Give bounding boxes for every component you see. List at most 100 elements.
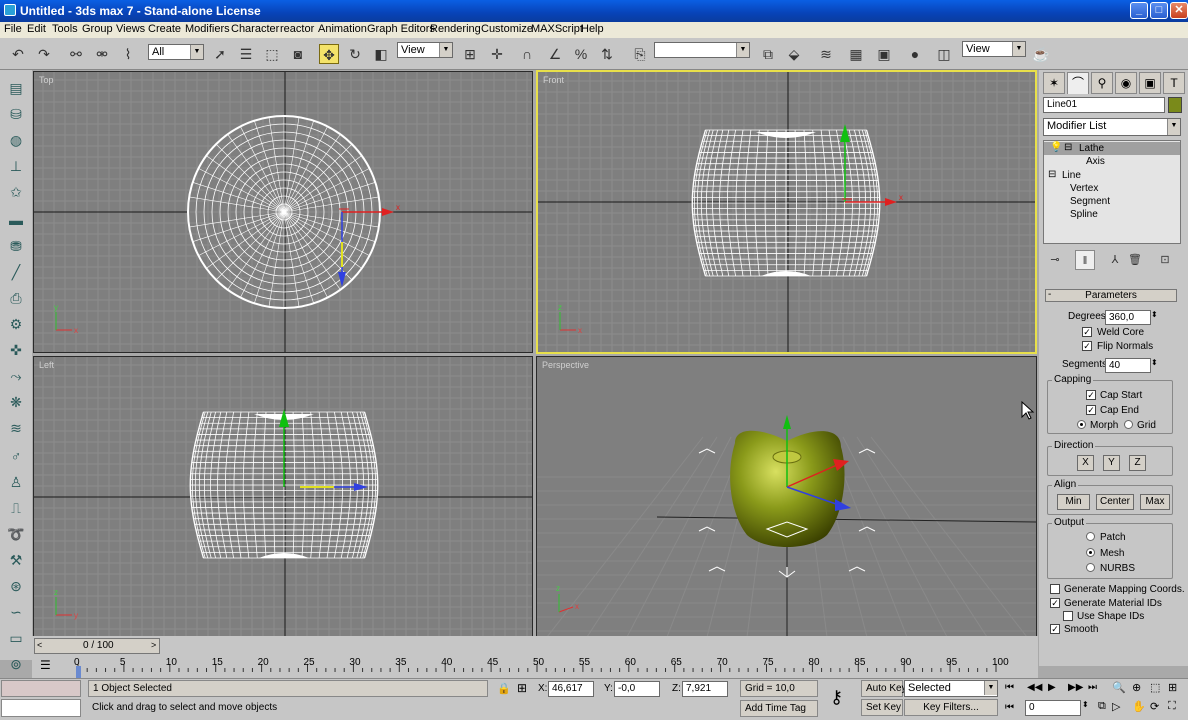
pan-icon[interactable]: ✋ xyxy=(1132,700,1146,713)
light-bulb-icon[interactable]: 💡 xyxy=(1050,142,1062,153)
set-key-button[interactable]: Set Key xyxy=(861,699,903,716)
viewport-perspective[interactable]: zx Perspective xyxy=(536,356,1037,638)
quick-render-icon[interactable]: ☕ xyxy=(1031,44,1051,64)
maximize-viewport-icon[interactable]: ⛶ xyxy=(1168,700,1176,713)
segments-input[interactable]: 40 xyxy=(1105,358,1151,373)
key-icon[interactable]: ⚷ xyxy=(830,687,843,708)
time-config-icon[interactable]: ⧉ xyxy=(1098,700,1106,713)
create-biped-icon[interactable]: ♂ xyxy=(6,446,26,466)
configure-sets-icon[interactable]: ⊡ xyxy=(1155,250,1175,270)
add-time-tag-button[interactable]: Add Time Tag xyxy=(740,700,818,717)
time-slider[interactable]: < 0 / 100 > xyxy=(34,638,160,654)
selection-filter-dropdown[interactable]: All ▼ xyxy=(148,44,204,60)
remove-modifier-icon[interactable]: 🗑 xyxy=(1125,250,1145,270)
y-coordinate-input[interactable]: -0,0 xyxy=(614,681,660,697)
undo-icon[interactable]: ↶ xyxy=(8,44,28,64)
stack-item-lathe[interactable]: Lathe xyxy=(1079,143,1104,154)
direction-x-button[interactable]: X xyxy=(1077,455,1094,471)
stack-item-line[interactable]: Line xyxy=(1062,170,1081,181)
field-of-view-icon[interactable]: ▷ xyxy=(1112,700,1120,713)
menu-help[interactable]: Help xyxy=(581,23,604,35)
time-marker[interactable] xyxy=(76,666,81,678)
minimize-button[interactable]: _ xyxy=(1130,2,1148,19)
create-line-icon[interactable]: ╱ xyxy=(6,262,26,282)
bind-space-warp-icon[interactable]: ⌇ xyxy=(118,44,138,64)
close-button[interactable]: ✕ xyxy=(1170,2,1188,19)
generate-mapping-checkbox[interactable] xyxy=(1050,584,1060,594)
stack-item-spline[interactable]: Spline xyxy=(1070,209,1098,220)
create-cloth-icon[interactable]: ▭ xyxy=(6,628,26,648)
layer-manager-icon[interactable]: ≋ xyxy=(816,44,836,64)
key-mode-dropdown[interactable]: Selected ▼ xyxy=(904,680,998,697)
mini-curve-editor-icon[interactable]: ☰ xyxy=(40,658,60,674)
menu-character[interactable]: Character xyxy=(231,23,279,35)
create-spring-icon[interactable]: ➰ xyxy=(6,524,26,544)
menu-customize[interactable]: Customize xyxy=(481,23,533,35)
viewport-left[interactable]: yz Left xyxy=(33,356,533,638)
use-shape-ids-checkbox[interactable] xyxy=(1063,611,1073,621)
grid-radio[interactable] xyxy=(1124,420,1133,429)
select-manipulate-icon[interactable]: ✛ xyxy=(487,44,507,64)
parameters-rollout[interactable]: Parameters xyxy=(1045,289,1177,302)
select-and-move-icon[interactable]: ✥ xyxy=(319,44,339,64)
menu-animation[interactable]: Animation xyxy=(318,23,367,35)
weld-core-checkbox[interactable]: ✓ xyxy=(1082,327,1092,337)
pin-stack-icon[interactable]: ⊸ xyxy=(1045,250,1065,270)
frame-spinner-icon[interactable]: ⬍ xyxy=(1082,700,1089,709)
goto-start-icon[interactable]: ⏮ xyxy=(1005,682,1014,693)
goto-end-icon[interactable]: ⏭ xyxy=(1088,682,1097,693)
degrees-spinner-icon[interactable]: ⬍ xyxy=(1151,310,1158,319)
menu-create[interactable]: Create xyxy=(148,23,181,35)
reference-coordinate-dropdown[interactable]: View ▼ xyxy=(397,42,453,58)
create-star-icon[interactable]: ✩ xyxy=(6,182,26,202)
menu-reactor[interactable]: reactor xyxy=(280,23,314,35)
create-motor-icon[interactable]: ⊛ xyxy=(6,576,26,596)
transform-mode-icon[interactable]: ⊞ xyxy=(517,681,527,695)
stack-item-axis[interactable]: Axis xyxy=(1086,156,1105,167)
create-light-icon[interactable]: ✜ xyxy=(6,340,26,360)
degrees-input[interactable]: 360,0 xyxy=(1105,310,1151,325)
nurbs-radio[interactable] xyxy=(1086,563,1095,572)
create-camera-icon[interactable]: ⎙ xyxy=(6,288,26,308)
maxscript-listener[interactable] xyxy=(1,680,81,697)
material-editor-icon[interactable]: ● xyxy=(905,44,925,64)
select-and-scale-icon[interactable]: ◧ xyxy=(371,44,391,64)
viewport-front[interactable]: x x z Front xyxy=(536,70,1037,354)
menu-group[interactable]: Group xyxy=(82,23,113,35)
modifier-list-dropdown[interactable]: Modifier List ▼ xyxy=(1043,118,1181,136)
morph-radio[interactable] xyxy=(1077,420,1086,429)
window-crossing-icon[interactable]: ◙ xyxy=(288,44,308,64)
maxscript-input[interactable] xyxy=(1,699,81,717)
display-tab-icon[interactable]: ▣ xyxy=(1139,72,1161,94)
link-icon[interactable]: ⚯ xyxy=(66,44,86,64)
viewport-label-perspective[interactable]: Perspective xyxy=(542,360,589,370)
menu-maxscript[interactable]: MAXScript xyxy=(531,23,583,35)
edit-named-selection-icon[interactable]: ⎘ xyxy=(630,44,650,64)
zoom-all-icon[interactable]: ⊕ xyxy=(1132,681,1141,694)
create-sphere-icon[interactable]: ◍ xyxy=(6,130,26,150)
create-bones-icon[interactable]: ⤳ xyxy=(6,366,26,386)
angle-snap-icon[interactable]: ∠ xyxy=(545,44,565,64)
stack-item-vertex[interactable]: Vertex xyxy=(1070,183,1098,194)
cap-end-checkbox[interactable]: ✓ xyxy=(1086,405,1096,415)
menu-tools[interactable]: Tools xyxy=(52,23,78,35)
mesh-radio[interactable] xyxy=(1086,548,1095,557)
select-object-icon[interactable]: ➚ xyxy=(210,44,230,64)
direction-y-button[interactable]: Y xyxy=(1103,455,1120,471)
z-coordinate-input[interactable]: 7,921 xyxy=(682,681,728,697)
create-rope-icon[interactable]: ∽ xyxy=(6,602,26,622)
create-cone-icon[interactable]: ⛁ xyxy=(6,104,26,124)
viewport-label-front[interactable]: Front xyxy=(543,75,564,85)
track-bar[interactable]: ☰ 0 5 10 15 20 25 30 35 40 45 50 55 60 65 70 75 80 85 90 95… xyxy=(32,656,1038,678)
redo-icon[interactable]: ↷ xyxy=(34,44,54,64)
key-mode-toggle-icon[interactable]: ⏮ xyxy=(1005,702,1014,713)
create-space-warp-icon[interactable]: ≋ xyxy=(6,418,26,438)
patch-radio[interactable] xyxy=(1086,532,1095,541)
zoom-extents-all-icon[interactable]: ⊞ xyxy=(1168,681,1177,694)
create-hinge-icon[interactable]: ⚒ xyxy=(6,550,26,570)
create-helper-icon[interactable]: ⚙ xyxy=(6,314,26,334)
maximize-button[interactable]: □ xyxy=(1150,2,1168,19)
motion-tab-icon[interactable]: ◉ xyxy=(1115,72,1137,94)
auto-key-button[interactable]: Auto Key xyxy=(861,680,907,697)
create-box-icon[interactable]: ▤ xyxy=(6,78,26,98)
